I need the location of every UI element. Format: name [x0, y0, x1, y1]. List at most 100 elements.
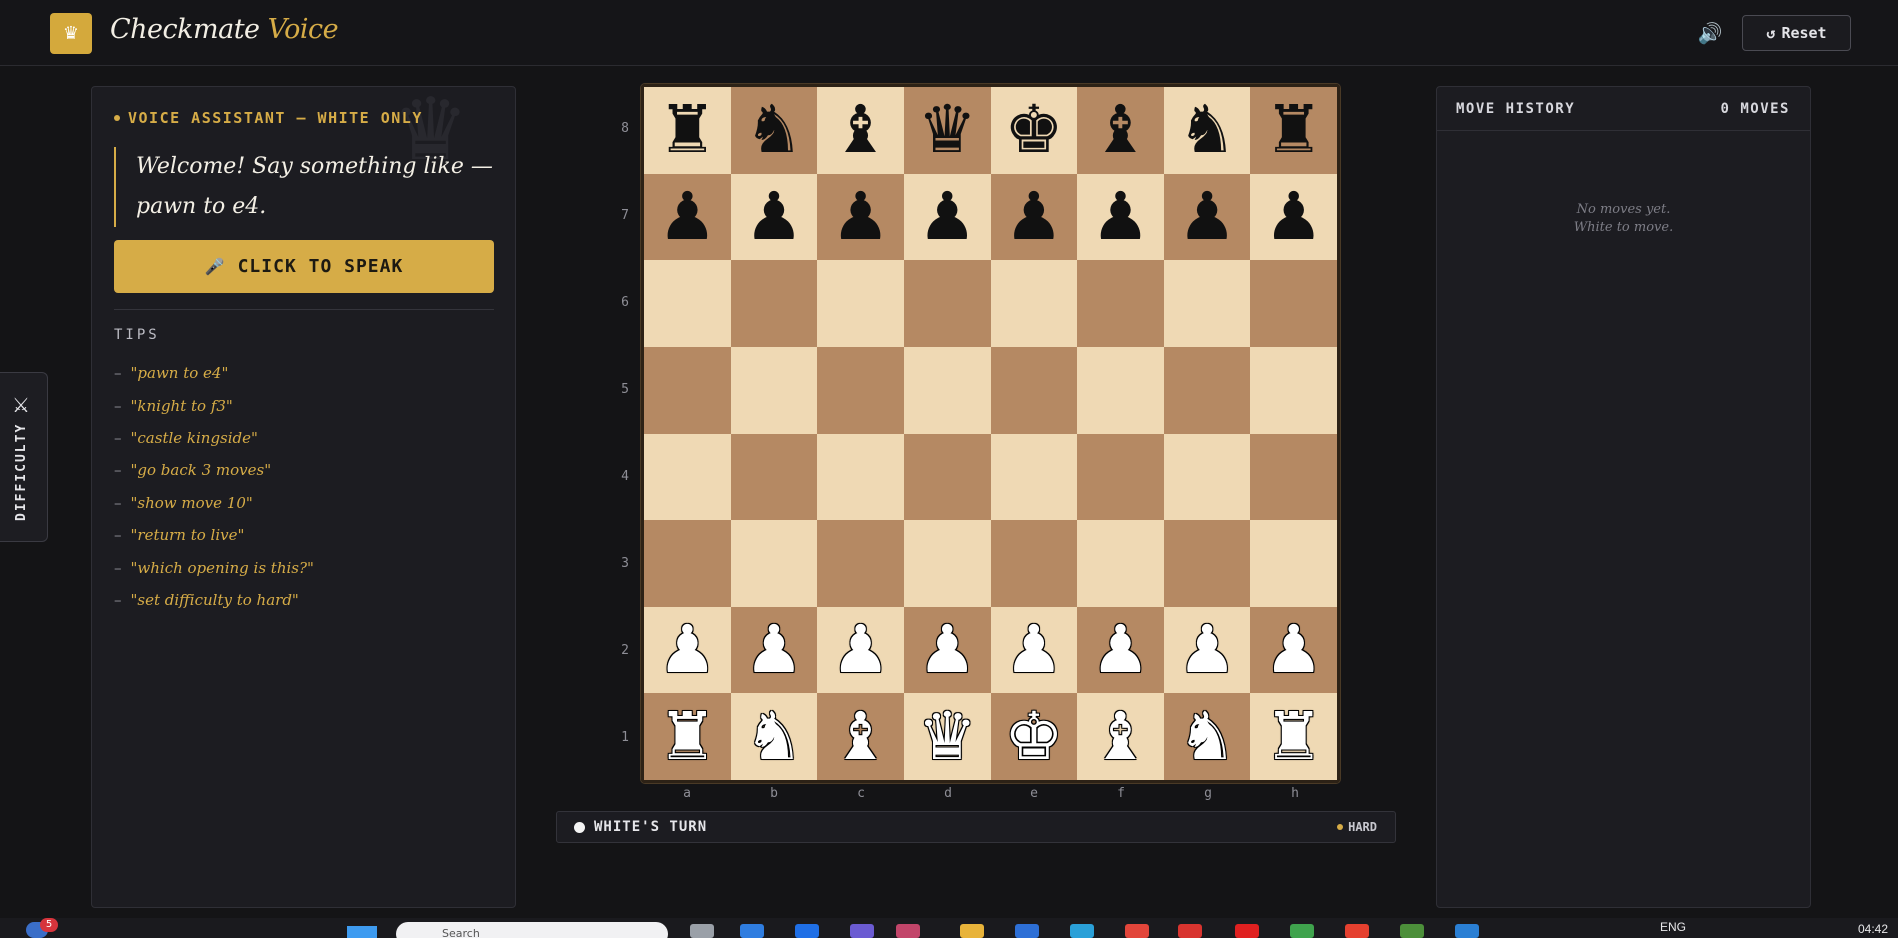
white-queen-icon[interactable]: ♛: [918, 703, 977, 770]
square-g1[interactable]: ♞: [1163, 693, 1251, 780]
language-indicator[interactable]: ENG: [1660, 920, 1686, 934]
black-pawn-icon[interactable]: ♟: [831, 183, 890, 250]
square-e3[interactable]: [990, 520, 1078, 607]
square-f3[interactable]: [1077, 520, 1164, 607]
black-pawn-icon[interactable]: ♟: [658, 183, 717, 250]
black-rook-icon[interactable]: ♜: [658, 97, 717, 163]
white-pawn-icon[interactable]: ♟: [1177, 617, 1236, 683]
square-c3[interactable]: [817, 520, 904, 607]
square-h3[interactable]: [1250, 520, 1337, 607]
black-king-icon[interactable]: ♚: [1004, 97, 1063, 163]
square-f2[interactable]: ♟: [1077, 606, 1164, 694]
square-f5[interactable]: [1077, 346, 1164, 434]
square-f7[interactable]: ♟: [1077, 173, 1164, 261]
white-rook-icon[interactable]: ♜: [658, 703, 717, 770]
sound-toggle-button[interactable]: 🔊: [1696, 20, 1724, 46]
square-c7[interactable]: ♟: [817, 173, 904, 261]
white-knight-icon[interactable]: ♞: [744, 703, 803, 770]
browser-icon[interactable]: [896, 924, 920, 938]
gmail-icon[interactable]: [1178, 924, 1202, 938]
white-pawn-icon[interactable]: ♟: [1091, 617, 1150, 683]
square-d2[interactable]: ♟: [903, 606, 991, 694]
square-c8[interactable]: ♝: [817, 87, 904, 174]
square-f1[interactable]: ♝: [1077, 693, 1164, 780]
taskbar-search[interactable]: [396, 922, 668, 938]
square-b3[interactable]: [730, 520, 818, 607]
square-g3[interactable]: [1163, 520, 1251, 607]
square-a8[interactable]: ♜: [644, 87, 731, 174]
square-a5[interactable]: [644, 346, 731, 434]
black-pawn-icon[interactable]: ♟: [744, 183, 803, 250]
black-bishop-icon[interactable]: ♝: [1091, 97, 1150, 163]
square-b6[interactable]: [730, 260, 818, 347]
square-f4[interactable]: [1077, 433, 1164, 521]
clock[interactable]: 04:42: [1858, 922, 1888, 936]
white-knight-icon[interactable]: ♞: [1177, 703, 1236, 770]
white-bishop-icon[interactable]: ♝: [1091, 703, 1150, 770]
square-e5[interactable]: [990, 346, 1078, 434]
square-a3[interactable]: [644, 520, 731, 607]
difficulty-tab[interactable]: ⚔ DIFFICULTY: [0, 372, 48, 542]
square-d1[interactable]: ♛: [903, 693, 991, 780]
square-d7[interactable]: ♟: [903, 173, 991, 261]
vscode-icon[interactable]: [1455, 924, 1479, 938]
square-d3[interactable]: [903, 520, 991, 607]
black-pawn-icon[interactable]: ♟: [1264, 183, 1323, 250]
square-b2[interactable]: ♟: [730, 606, 818, 694]
square-a4[interactable]: [644, 433, 731, 521]
square-c4[interactable]: [817, 433, 904, 521]
black-queen-icon[interactable]: ♛: [918, 97, 977, 163]
square-f6[interactable]: [1077, 260, 1164, 347]
white-pawn-icon[interactable]: ♟: [1004, 617, 1063, 683]
click-to-speak-button[interactable]: 🎤 CLICK TO SPEAK: [114, 240, 494, 293]
square-a7[interactable]: ♟: [644, 173, 731, 261]
black-knight-icon[interactable]: ♞: [1177, 97, 1236, 163]
square-b5[interactable]: [730, 346, 818, 434]
black-pawn-icon[interactable]: ♟: [1004, 183, 1063, 250]
store-icon[interactable]: [1070, 924, 1094, 938]
edge-icon[interactable]: [740, 924, 764, 938]
black-pawn-icon[interactable]: ♟: [918, 183, 977, 250]
square-d8[interactable]: ♛: [903, 87, 991, 174]
white-pawn-icon[interactable]: ♟: [918, 617, 977, 683]
square-h2[interactable]: ♟: [1250, 606, 1337, 694]
square-e8[interactable]: ♚: [990, 87, 1078, 174]
drive-icon[interactable]: [1290, 924, 1314, 938]
square-h6[interactable]: [1250, 260, 1337, 347]
folder-icon[interactable]: [960, 924, 984, 938]
square-h5[interactable]: [1250, 346, 1337, 434]
chrome-icon[interactable]: [1345, 924, 1369, 938]
square-c5[interactable]: [817, 346, 904, 434]
white-pawn-icon[interactable]: ♟: [658, 617, 717, 683]
black-pawn-icon[interactable]: ♟: [1091, 183, 1150, 250]
square-g7[interactable]: ♟: [1163, 173, 1251, 261]
file-app-icon[interactable]: [690, 924, 714, 938]
white-king-icon[interactable]: ♚: [1004, 703, 1063, 770]
square-g2[interactable]: ♟: [1163, 606, 1251, 694]
black-bishop-icon[interactable]: ♝: [831, 97, 890, 163]
square-e6[interactable]: [990, 260, 1078, 347]
reset-button[interactable]: ↺ Reset: [1742, 15, 1851, 51]
square-h7[interactable]: ♟: [1250, 173, 1337, 261]
square-d4[interactable]: [903, 433, 991, 521]
windows-start-icon[interactable]: [347, 926, 377, 938]
white-bishop-icon[interactable]: ♝: [831, 703, 890, 770]
square-d5[interactable]: [903, 346, 991, 434]
square-g5[interactable]: [1163, 346, 1251, 434]
outlook-icon[interactable]: [1015, 924, 1039, 938]
square-h8[interactable]: ♜: [1250, 87, 1337, 174]
square-a6[interactable]: [644, 260, 731, 347]
square-b8[interactable]: ♞: [730, 87, 818, 174]
square-b4[interactable]: [730, 433, 818, 521]
square-d6[interactable]: [903, 260, 991, 347]
square-f8[interactable]: ♝: [1077, 87, 1164, 174]
teams-icon[interactable]: [850, 924, 874, 938]
square-e4[interactable]: [990, 433, 1078, 521]
square-a1[interactable]: ♜: [644, 693, 731, 780]
chrome-profile-icon[interactable]: [1400, 924, 1424, 938]
white-rook-icon[interactable]: ♜: [1264, 703, 1323, 770]
app-icon[interactable]: [1125, 924, 1149, 938]
square-h4[interactable]: [1250, 433, 1337, 521]
square-e7[interactable]: ♟: [990, 173, 1078, 261]
square-c1[interactable]: ♝: [817, 693, 904, 780]
